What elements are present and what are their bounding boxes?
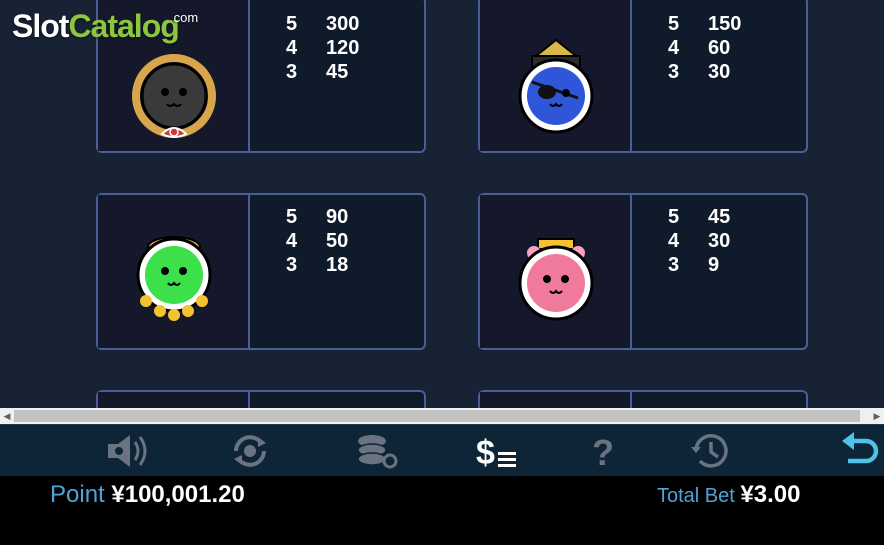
pay-count: 4: [286, 37, 298, 59]
point-label: Point: [50, 481, 105, 508]
back-icon: [842, 432, 879, 464]
bet-settings-icon: [357, 435, 398, 469]
history-button[interactable]: [682, 431, 738, 471]
pay-value: 90: [326, 206, 349, 228]
pay-row: 3 18: [286, 253, 348, 277]
scroll-right-icon[interactable]: ▶: [870, 408, 884, 424]
pay-list: 5 150 4 60 3 30: [668, 12, 741, 84]
paytable-card-partial: [96, 390, 426, 408]
pay-count: 3: [668, 61, 680, 83]
pay-count: 3: [286, 254, 298, 276]
pay-value: 300: [326, 13, 360, 35]
pay-count: 5: [668, 13, 680, 35]
pay-list: 5 90 4 50 3 18: [286, 205, 348, 277]
pay-count: 5: [286, 206, 298, 228]
pink-face-symbol-icon: [518, 238, 594, 321]
autoplay-icon: [234, 435, 266, 467]
autoplay-button[interactable]: [222, 431, 278, 471]
history-icon: [691, 434, 728, 468]
pay-value: 30: [708, 61, 731, 83]
pay-row: 3 30: [668, 60, 741, 84]
logo-text-catalog: Catalog: [68, 8, 179, 44]
pay-value: 30: [708, 230, 731, 252]
pay-count: 5: [286, 13, 298, 35]
symbol-area: [480, 195, 632, 348]
scroll-left-icon[interactable]: ◀: [0, 408, 14, 424]
pay-value: 50: [326, 230, 349, 252]
symbol-area: [98, 195, 250, 348]
green-face-symbol-icon: [136, 236, 212, 321]
svg-text:?: ?: [592, 432, 614, 471]
symbol-area: [480, 0, 632, 151]
pay-list: 5 45 4 30 39: [668, 205, 730, 277]
pay-row: 4 120: [286, 36, 359, 60]
pay-row: 5 90: [286, 205, 348, 229]
total-bet-label: Total Bet: [657, 485, 735, 507]
pay-row: 5 45: [668, 205, 730, 229]
pay-count: 3: [668, 254, 680, 276]
paytable-icon: $: [476, 434, 516, 471]
paytable-button[interactable]: $: [468, 431, 524, 471]
total-bet-value: ¥3.00: [740, 481, 801, 508]
bet-settings-button[interactable]: [348, 431, 404, 471]
help-button[interactable]: ?: [574, 431, 630, 471]
blue-face-symbol-icon: [518, 38, 594, 134]
help-icon: ?: [592, 432, 614, 471]
svg-text:$: $: [476, 434, 495, 471]
pay-row: 5 150: [668, 12, 741, 36]
pay-row: 4 30: [668, 229, 730, 253]
horizontal-scrollbar[interactable]: ◀ ▶: [0, 408, 884, 424]
symbol-area: [480, 392, 632, 408]
point-display: Point ¥100,001.20: [50, 481, 245, 509]
pay-value: 150: [708, 13, 742, 35]
pay-row: 4 60: [668, 36, 741, 60]
logo-suffix: .com: [170, 10, 199, 25]
game-toolbar: $ ?: [0, 424, 884, 476]
pay-count: 4: [286, 230, 298, 252]
pay-count: 3: [286, 61, 298, 83]
symbol-area: [98, 392, 250, 408]
back-button[interactable]: [832, 431, 884, 471]
sound-button[interactable]: [98, 431, 154, 471]
pay-value: 120: [326, 37, 360, 59]
pay-value: 18: [326, 254, 349, 276]
pay-value: 9: [708, 254, 720, 276]
pay-value: 45: [708, 206, 731, 228]
pay-row: 3 45: [286, 60, 359, 84]
sound-icon: [108, 435, 147, 467]
point-value: ¥100,001.20: [111, 481, 245, 508]
paytable-card-green: 5 90 4 50 3 18: [96, 193, 426, 350]
scrollbar-thumb[interactable]: [14, 410, 860, 422]
slotcatalog-logo: SlotCatalog .com: [12, 8, 198, 45]
total-bet-display: Total Bet ¥3.00: [657, 481, 800, 509]
pay-count: 4: [668, 37, 680, 59]
pay-row: 39: [668, 253, 730, 277]
pay-count: 4: [668, 230, 680, 252]
status-bar: Point ¥100,001.20 Total Bet ¥3.00: [0, 476, 884, 545]
paytable-card-blue: 5 150 4 60 3 30: [478, 0, 808, 153]
logo-text-slot: Slot: [12, 8, 69, 44]
pay-value: 45: [326, 61, 349, 83]
paytable-card-pink: 5 45 4 30 39: [478, 193, 808, 350]
pay-count: 5: [668, 206, 680, 228]
paytable-card-partial: [478, 390, 808, 408]
pay-list: 5 300 4 120 3 45: [286, 12, 359, 84]
paytable-area[interactable]: 5 300 4 120 3 45 5 150 4 60 3 30 5 90 4 …: [0, 0, 884, 408]
pay-row: 5 300: [286, 12, 359, 36]
pay-value: 60: [708, 37, 731, 59]
pay-row: 4 50: [286, 229, 348, 253]
